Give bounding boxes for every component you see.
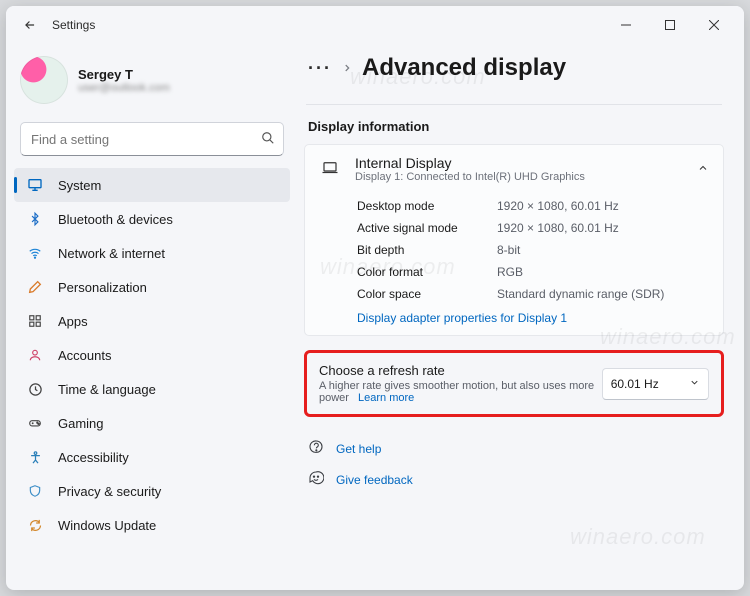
back-button[interactable] xyxy=(14,10,46,40)
sidebar-item-accessibility[interactable]: Accessibility xyxy=(14,440,290,474)
info-value: 1920 × 1080, 60.01 Hz xyxy=(497,221,619,235)
update-icon xyxy=(24,518,46,533)
sidebar-item-label: Gaming xyxy=(58,416,104,431)
close-button[interactable] xyxy=(692,10,736,40)
breadcrumb-ellipsis[interactable]: ··· xyxy=(308,58,332,79)
wifi-icon xyxy=(24,246,46,260)
avatar xyxy=(20,56,68,104)
sidebar-item-label: Apps xyxy=(58,314,88,329)
sidebar-item-privacy[interactable]: Privacy & security xyxy=(14,474,290,508)
sidebar-item-gaming[interactable]: Gaming xyxy=(14,406,290,440)
sidebar: Sergey T user@outlook.com System Bluetoo… xyxy=(6,44,300,590)
info-key: Bit depth xyxy=(357,243,497,257)
divider xyxy=(306,98,722,105)
sidebar-item-label: Accounts xyxy=(58,348,111,363)
refresh-title: Choose a refresh rate xyxy=(319,363,602,378)
info-value: RGB xyxy=(497,265,523,279)
apps-icon xyxy=(24,314,46,328)
give-feedback-link[interactable]: Give feedback xyxy=(304,464,724,495)
accessibility-icon xyxy=(24,450,46,465)
sidebar-item-label: Windows Update xyxy=(58,518,156,533)
page-title: Advanced display xyxy=(362,54,566,82)
sidebar-item-label: Privacy & security xyxy=(58,484,161,499)
settings-window: Settings Sergey T user@outlook.com xyxy=(6,6,744,590)
footer-links: Get help Give feedback xyxy=(304,433,724,495)
bluetooth-icon xyxy=(24,211,46,227)
user-email: user@outlook.com xyxy=(78,82,170,94)
link-label: Give feedback xyxy=(336,473,413,487)
app-title: Settings xyxy=(52,18,95,32)
sidebar-item-accounts[interactable]: Accounts xyxy=(14,338,290,372)
adapter-properties-link[interactable]: Display adapter properties for Display 1 xyxy=(357,311,709,325)
user-name: Sergey T xyxy=(78,67,170,82)
main-content: winaero.com winaero.com winaero.com wina… xyxy=(300,44,744,590)
info-value: 8-bit xyxy=(497,243,520,257)
refresh-rate-dropdown[interactable]: 60.01 Hz xyxy=(602,368,709,400)
sidebar-item-system[interactable]: System xyxy=(14,168,290,202)
info-row: Active signal mode 1920 × 1080, 60.01 Hz xyxy=(357,217,709,239)
info-rows: Desktop mode 1920 × 1080, 60.01 Hz Activ… xyxy=(357,195,709,305)
card-title: Internal Display xyxy=(355,155,585,171)
sidebar-item-label: Time & language xyxy=(58,382,156,397)
maximize-button[interactable] xyxy=(648,10,692,40)
chevron-right-icon xyxy=(342,61,352,76)
titlebar: Settings xyxy=(6,6,744,44)
paint-icon xyxy=(24,279,46,295)
dropdown-value: 60.01 Hz xyxy=(611,377,659,391)
sidebar-item-network[interactable]: Network & internet xyxy=(14,236,290,270)
info-key: Active signal mode xyxy=(357,221,497,235)
info-value: 1920 × 1080, 60.01 Hz xyxy=(497,199,619,213)
watermark: winaero.com xyxy=(570,524,706,550)
info-key: Desktop mode xyxy=(357,199,497,213)
info-row: Color space Standard dynamic range (SDR) xyxy=(357,283,709,305)
collapse-toggle[interactable] xyxy=(697,162,709,177)
clock-icon xyxy=(24,382,46,397)
nav: System Bluetooth & devices Network & int… xyxy=(12,168,292,542)
info-value: Standard dynamic range (SDR) xyxy=(497,287,664,301)
info-row: Desktop mode 1920 × 1080, 60.01 Hz xyxy=(357,195,709,217)
chevron-down-icon xyxy=(689,377,700,391)
sidebar-item-personalization[interactable]: Personalization xyxy=(14,270,290,304)
profile[interactable]: Sergey T user@outlook.com xyxy=(12,50,292,116)
shield-icon xyxy=(24,483,46,499)
search-box[interactable] xyxy=(20,122,284,156)
refresh-subtitle: A higher rate gives smoother motion, but… xyxy=(319,380,602,404)
sidebar-item-apps[interactable]: Apps xyxy=(14,304,290,338)
display-info-card: Internal Display Display 1: Connected to… xyxy=(304,144,724,336)
sidebar-item-time-language[interactable]: Time & language xyxy=(14,372,290,406)
sidebar-item-label: Network & internet xyxy=(58,246,165,261)
feedback-icon xyxy=(308,470,324,489)
info-row: Color format RGB xyxy=(357,261,709,283)
help-icon xyxy=(308,439,324,458)
info-key: Color format xyxy=(357,265,497,279)
sidebar-item-label: System xyxy=(58,178,101,193)
sidebar-item-windows-update[interactable]: Windows Update xyxy=(14,508,290,542)
breadcrumb: ··· Advanced display xyxy=(304,48,724,84)
info-key: Color space xyxy=(357,287,497,301)
search-icon xyxy=(261,131,275,148)
card-subtitle: Display 1: Connected to Intel(R) UHD Gra… xyxy=(355,171,585,183)
sidebar-item-label: Accessibility xyxy=(58,450,129,465)
search-input[interactable] xyxy=(29,131,261,148)
person-icon xyxy=(24,347,46,363)
section-title: Display information xyxy=(308,119,720,134)
sidebar-item-label: Bluetooth & devices xyxy=(58,212,173,227)
learn-more-link[interactable]: Learn more xyxy=(358,392,414,404)
sidebar-item-bluetooth[interactable]: Bluetooth & devices xyxy=(14,202,290,236)
link-label: Get help xyxy=(336,442,381,456)
get-help-link[interactable]: Get help xyxy=(304,433,724,464)
info-row: Bit depth 8-bit xyxy=(357,239,709,261)
minimize-button[interactable] xyxy=(604,10,648,40)
refresh-rate-setting: Choose a refresh rate A higher rate give… xyxy=(304,350,724,417)
sidebar-item-label: Personalization xyxy=(58,280,147,295)
game-icon xyxy=(24,416,46,430)
monitor-icon xyxy=(24,177,46,193)
window-buttons xyxy=(604,10,736,40)
laptop-icon xyxy=(319,159,341,180)
